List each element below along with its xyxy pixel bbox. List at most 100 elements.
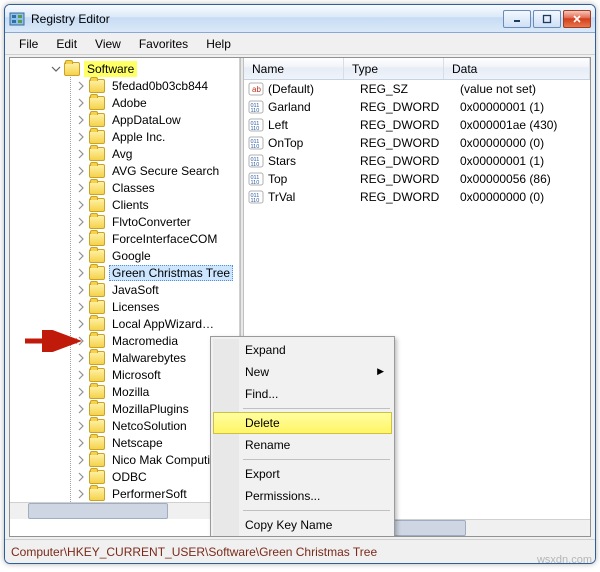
- list-row[interactable]: 011110StarsREG_DWORD0x00000001 (1): [244, 152, 590, 170]
- context-menu-item-copy-key-name[interactable]: Copy Key Name: [213, 514, 392, 536]
- expand-icon[interactable]: [75, 165, 87, 177]
- tree-horizontal-scrollbar[interactable]: [10, 502, 239, 519]
- context-menu-item-expand[interactable]: Expand: [213, 339, 392, 361]
- expand-icon[interactable]: [75, 369, 87, 381]
- tree-item-label[interactable]: 5fedad0b03cb844: [109, 78, 211, 94]
- dword-value-icon: 011110: [248, 136, 264, 150]
- expand-icon[interactable]: [75, 97, 87, 109]
- tree-item[interactable]: Green Christmas Tree: [71, 264, 239, 281]
- column-header-data[interactable]: Data: [444, 58, 590, 79]
- list-row[interactable]: 011110TrValREG_DWORD0x00000000 (0): [244, 188, 590, 206]
- tree-item-label[interactable]: Classes: [109, 180, 158, 196]
- menu-view[interactable]: View: [87, 35, 129, 53]
- expand-icon[interactable]: [75, 233, 87, 245]
- tree-item-label[interactable]: Avg: [109, 146, 135, 162]
- tree-item-label[interactable]: NetcoSolution: [109, 418, 190, 434]
- expand-icon[interactable]: [75, 403, 87, 415]
- list-row[interactable]: 011110OnTopREG_DWORD0x00000000 (0): [244, 134, 590, 152]
- folder-icon: [89, 198, 105, 212]
- expand-icon[interactable]: [75, 437, 87, 449]
- context-menu-item-export[interactable]: Export: [213, 463, 392, 485]
- list-row[interactable]: 011110GarlandREG_DWORD0x00000001 (1): [244, 98, 590, 116]
- tree-item[interactable]: Avg: [71, 145, 239, 162]
- tree-item-label[interactable]: Nico Mak Computing: [109, 452, 226, 468]
- tree-item-label[interactable]: ForceInterfaceCOM: [109, 231, 220, 247]
- tree-item-label[interactable]: Microsoft: [109, 367, 164, 383]
- maximize-button[interactable]: [533, 10, 561, 28]
- titlebar[interactable]: Registry Editor: [5, 5, 595, 33]
- context-menu-item-find[interactable]: Find...: [213, 383, 392, 405]
- expand-icon[interactable]: [75, 148, 87, 160]
- tree-item-label[interactable]: Macromedia: [109, 333, 181, 349]
- expand-icon[interactable]: [75, 267, 87, 279]
- tree-item-label[interactable]: PerformerSoft: [109, 486, 190, 502]
- tree-item[interactable]: AppDataLow: [71, 111, 239, 128]
- tree-item[interactable]: Google: [71, 247, 239, 264]
- context-menu-item-delete[interactable]: Delete: [213, 412, 392, 434]
- list-row[interactable]: ab(Default)REG_SZ(value not set): [244, 80, 590, 98]
- tree-item-label[interactable]: Malwarebytes: [109, 350, 189, 366]
- column-header-name[interactable]: Name: [244, 58, 344, 79]
- list-row[interactable]: 011110LeftREG_DWORD0x000001ae (430): [244, 116, 590, 134]
- context-menu-item-new[interactable]: New▶: [213, 361, 392, 383]
- expand-icon[interactable]: [75, 114, 87, 126]
- tree-root-software[interactable]: Software: [84, 61, 137, 77]
- expand-icon[interactable]: [75, 318, 87, 330]
- expand-icon[interactable]: [75, 454, 87, 466]
- menu-edit[interactable]: Edit: [48, 35, 85, 53]
- folder-icon: [89, 419, 105, 433]
- close-button[interactable]: [563, 10, 591, 28]
- expand-icon[interactable]: [75, 284, 87, 296]
- tree-item[interactable]: JavaSoft: [71, 281, 239, 298]
- tree-item-label[interactable]: Adobe: [109, 95, 150, 111]
- tree-item-label[interactable]: AppDataLow: [109, 112, 184, 128]
- tree-item-label[interactable]: Netscape: [109, 435, 166, 451]
- tree-item-label[interactable]: Apple Inc.: [109, 129, 168, 145]
- tree-item[interactable]: Clients: [71, 196, 239, 213]
- expand-icon[interactable]: [75, 386, 87, 398]
- expand-icon[interactable]: [75, 335, 87, 347]
- context-menu-item-permissions[interactable]: Permissions...: [213, 485, 392, 507]
- tree-item[interactable]: Apple Inc.: [71, 128, 239, 145]
- expand-icon[interactable]: [75, 352, 87, 364]
- menu-file[interactable]: File: [11, 35, 46, 53]
- tree-item[interactable]: 5fedad0b03cb844: [71, 77, 239, 94]
- expand-icon[interactable]: [75, 182, 87, 194]
- tree-item-label[interactable]: Clients: [109, 197, 152, 213]
- expand-icon[interactable]: [75, 471, 87, 483]
- tree-item[interactable]: FlvtoConverter: [71, 213, 239, 230]
- tree-item-label[interactable]: Local AppWizard…: [109, 316, 217, 332]
- expand-icon[interactable]: [75, 420, 87, 432]
- expand-icon[interactable]: [75, 216, 87, 228]
- tree-item-label[interactable]: JavaSoft: [109, 282, 162, 298]
- tree-item[interactable]: ForceInterfaceCOM: [71, 230, 239, 247]
- tree-item-label[interactable]: Green Christmas Tree: [109, 265, 233, 281]
- expand-icon[interactable]: [75, 301, 87, 313]
- expand-icon[interactable]: [75, 199, 87, 211]
- expand-icon[interactable]: [75, 131, 87, 143]
- column-header-type[interactable]: Type: [344, 58, 444, 79]
- menu-help[interactable]: Help: [198, 35, 239, 53]
- context-menu-item-rename[interactable]: Rename: [213, 434, 392, 456]
- tree-item-label[interactable]: Google: [109, 248, 154, 264]
- expand-icon[interactable]: [75, 488, 87, 500]
- expand-icon[interactable]: [75, 80, 87, 92]
- tree-item-label[interactable]: AVG Secure Search: [109, 163, 222, 179]
- tree-pane[interactable]: Software 5fedad0b03cb844AdobeAppDataLowA…: [10, 58, 240, 536]
- tree-item-label[interactable]: MozillaPlugins: [109, 401, 192, 417]
- tree-item-label[interactable]: ODBC: [109, 469, 150, 485]
- tree-item[interactable]: AVG Secure Search: [71, 162, 239, 179]
- folder-icon: [89, 147, 105, 161]
- tree-item[interactable]: Local AppWizard…: [71, 315, 239, 332]
- tree-item-label[interactable]: Licenses: [109, 299, 162, 315]
- tree-item-label[interactable]: Mozilla: [109, 384, 152, 400]
- tree-item[interactable]: Licenses: [71, 298, 239, 315]
- menu-favorites[interactable]: Favorites: [131, 35, 196, 53]
- expand-icon[interactable]: [75, 250, 87, 262]
- collapse-icon[interactable]: [50, 63, 62, 75]
- tree-item-label[interactable]: FlvtoConverter: [109, 214, 194, 230]
- list-row[interactable]: 011110TopREG_DWORD0x00000056 (86): [244, 170, 590, 188]
- tree-item[interactable]: Classes: [71, 179, 239, 196]
- tree-item[interactable]: Adobe: [71, 94, 239, 111]
- minimize-button[interactable]: [503, 10, 531, 28]
